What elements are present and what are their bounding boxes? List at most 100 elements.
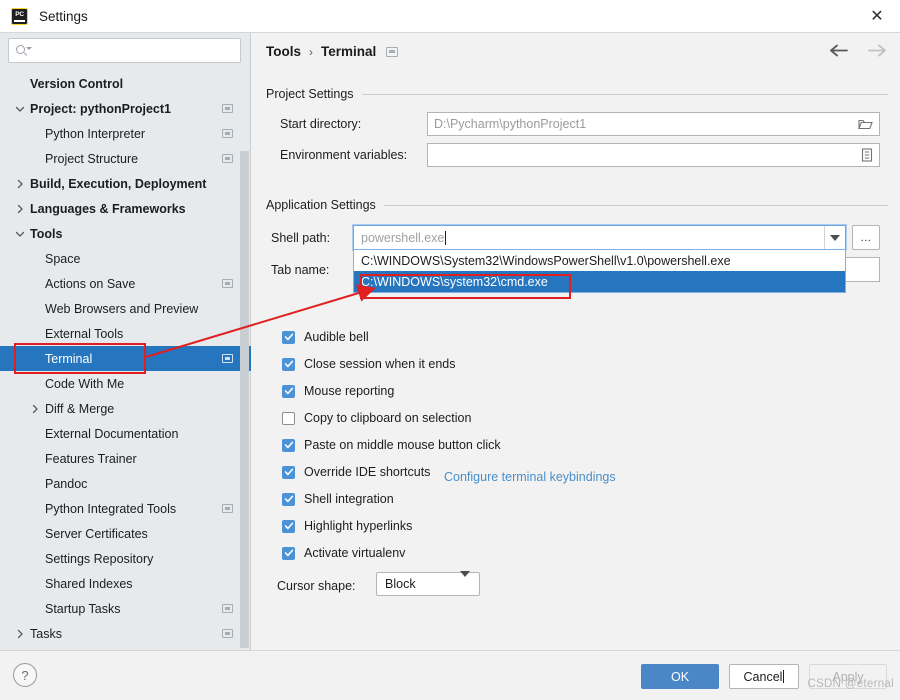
sidebar-item-python-interpreter[interactable]: Python Interpreter	[0, 121, 251, 146]
checkbox-label: Highlight hyperlinks	[304, 519, 413, 533]
copy-settings-icon[interactable]	[386, 46, 399, 57]
application-settings-title: Application Settings	[266, 198, 376, 212]
sidebar-item-diff-merge[interactable]: Diff & Merge	[0, 396, 251, 421]
copy-settings-icon[interactable]	[222, 354, 233, 363]
sidebar-item-build-execution-deployment[interactable]: Build, Execution, Deployment	[0, 171, 251, 196]
sidebar-item-features-trainer[interactable]: Features Trainer	[0, 446, 251, 471]
shell-path-value: powershell.exe	[361, 230, 445, 245]
shell-path-combobox[interactable]: powershell.exe	[352, 224, 847, 251]
sidebar-item-label: Python Integrated Tools	[45, 501, 177, 516]
cancel-button[interactable]: Cancel	[729, 664, 799, 689]
checkbox-checked-icon[interactable]	[282, 384, 295, 398]
checkbox-unchecked-icon[interactable]	[282, 411, 295, 425]
environment-variables-input[interactable]	[427, 143, 880, 167]
checkbox-highlight-hyperlinks[interactable]: Highlight hyperlinks	[282, 519, 412, 533]
copy-settings-icon[interactable]	[222, 129, 233, 138]
tab-name-label: Tab name:	[271, 263, 330, 277]
pycharm-icon: PC	[11, 7, 28, 25]
settings-tree: Version Control Project: pythonProject1 Py…	[0, 71, 251, 646]
sidebar-item-label: Shared Indexes	[45, 576, 133, 591]
copy-settings-icon[interactable]	[222, 279, 233, 288]
sidebar-item-label: Tasks	[30, 626, 62, 641]
checkbox-checked-icon[interactable]	[282, 357, 295, 371]
sidebar-item-label: Settings Repository	[45, 551, 154, 566]
chevron-down-icon[interactable]	[14, 103, 26, 115]
checkbox-label: Close session when it ends	[304, 357, 456, 371]
chevron-right-icon[interactable]	[14, 628, 26, 640]
start-directory-label: Start directory:	[280, 117, 362, 131]
sidebar-item-label: Startup Tasks	[45, 601, 121, 616]
chevron-right-icon[interactable]	[14, 203, 26, 215]
checkbox-close-session-when-it-ends[interactable]: Close session when it ends	[282, 357, 455, 371]
sidebar-item-terminal[interactable]: Terminal	[0, 346, 251, 371]
checkbox-label: Override IDE shortcuts	[304, 465, 431, 479]
sidebar-item-external-documentation[interactable]: External Documentation	[0, 421, 251, 446]
checkbox-checked-icon[interactable]	[282, 438, 295, 452]
sidebar-item-label: Features Trainer	[45, 451, 137, 466]
chevron-right-icon[interactable]	[14, 178, 26, 190]
sidebar-item-actions-on-save[interactable]: Actions on Save	[0, 271, 251, 296]
shell-path-browse-button[interactable]: ...	[852, 225, 880, 250]
sidebar-item-external-tools[interactable]: External Tools	[0, 321, 251, 346]
copy-settings-icon[interactable]	[222, 604, 233, 613]
checkbox-checked-icon[interactable]	[282, 519, 295, 533]
sidebar-item-label: Project: pythonProject1	[30, 101, 171, 116]
ok-button[interactable]: OK	[641, 664, 719, 689]
arrow-right-icon	[867, 44, 886, 60]
sidebar-item-shared-indexes[interactable]: Shared Indexes	[0, 571, 251, 596]
sidebar-item-version-control[interactable]: Version Control	[0, 71, 251, 96]
checkbox-checked-icon[interactable]	[282, 465, 295, 479]
sidebar-item-pandoc[interactable]: Pandoc	[0, 471, 251, 496]
cursor-shape-select[interactable]: Block	[376, 571, 480, 596]
sidebar-item-server-certificates[interactable]: Server Certificates	[0, 521, 251, 546]
checkbox-activate-virtualenv[interactable]: Activate virtualenv	[282, 546, 405, 560]
sidebar-item-tasks[interactable]: Tasks	[0, 621, 251, 646]
checkbox-checked-icon[interactable]	[282, 492, 295, 506]
sidebar-item-python-integrated-tools[interactable]: Python Integrated Tools	[0, 496, 251, 521]
sidebar-item-languages-frameworks[interactable]: Languages & Frameworks	[0, 196, 251, 221]
shell-path-dropdown-list[interactable]: C:\WINDOWS\System32\WindowsPowerShell\v1…	[353, 249, 846, 293]
cancel-button-label: Cancel	[743, 669, 783, 684]
arrow-left-icon[interactable]	[830, 44, 849, 60]
sidebar-item-tools[interactable]: Tools	[0, 221, 251, 246]
chevron-down-icon[interactable]	[824, 226, 845, 249]
checkbox-checked-icon[interactable]	[282, 546, 295, 560]
checkbox-label: Activate virtualenv	[304, 546, 406, 560]
checkbox-shell-integration[interactable]: Shell integration	[282, 492, 394, 506]
sidebar-item-settings-repository[interactable]: Settings Repository	[0, 546, 251, 571]
sidebar-item-space[interactable]: Space	[0, 246, 251, 271]
sidebar-item-startup-tasks[interactable]: Startup Tasks	[0, 596, 251, 621]
copy-settings-icon[interactable]	[222, 504, 233, 513]
sidebar-item-code-with-me[interactable]: Code With Me	[0, 371, 251, 396]
start-directory-input[interactable]: D:\Pycharm\pythonProject1	[427, 112, 880, 136]
sidebar-item-project-structure[interactable]: Project Structure	[0, 146, 251, 171]
breadcrumb-leaf: Terminal	[321, 44, 377, 59]
copy-settings-icon[interactable]	[222, 154, 233, 163]
list-edit-icon[interactable]	[861, 148, 873, 162]
checkbox-copy-to-clipboard-on-selection[interactable]: Copy to clipboard on selection	[282, 411, 471, 425]
folder-icon[interactable]	[858, 118, 873, 131]
breadcrumb-root[interactable]: Tools	[266, 44, 301, 59]
close-icon[interactable]: ✕	[854, 0, 900, 32]
search-box[interactable]	[8, 38, 241, 63]
chevron-down-icon[interactable]	[14, 228, 26, 240]
sidebar-item-project-pythonproject1[interactable]: Project: pythonProject1	[0, 96, 251, 121]
checkbox-paste-on-middle-mouse-button-click[interactable]: Paste on middle mouse button click	[282, 438, 501, 452]
sidebar-scrollbar[interactable]	[240, 151, 249, 648]
chevron-right-icon[interactable]	[29, 403, 41, 415]
search-input[interactable]	[32, 39, 240, 62]
checkbox-checked-icon[interactable]	[282, 330, 295, 344]
shell-path-option[interactable]: C:\WINDOWS\System32\WindowsPowerShell\v1…	[354, 250, 845, 271]
shell-path-option[interactable]: C:\WINDOWS\system32\cmd.exe	[354, 271, 845, 292]
cursor-shape-value: Block	[385, 577, 416, 591]
copy-settings-icon[interactable]	[222, 629, 233, 638]
copy-settings-icon[interactable]	[222, 104, 233, 113]
sidebar-item-web-browsers-and-preview[interactable]: Web Browsers and Preview	[0, 296, 251, 321]
checkbox-audible-bell[interactable]: Audible bell	[282, 330, 369, 344]
checkbox-override-ide-shortcuts[interactable]: Override IDE shortcuts	[282, 465, 430, 479]
sidebar-item-label: External Tools	[45, 326, 124, 341]
help-button[interactable]: ?	[13, 663, 37, 687]
checkbox-label: Paste on middle mouse button click	[304, 438, 501, 452]
checkbox-mouse-reporting[interactable]: Mouse reporting	[282, 384, 394, 398]
configure-terminal-keybindings-link[interactable]: Configure terminal keybindings	[444, 470, 616, 484]
